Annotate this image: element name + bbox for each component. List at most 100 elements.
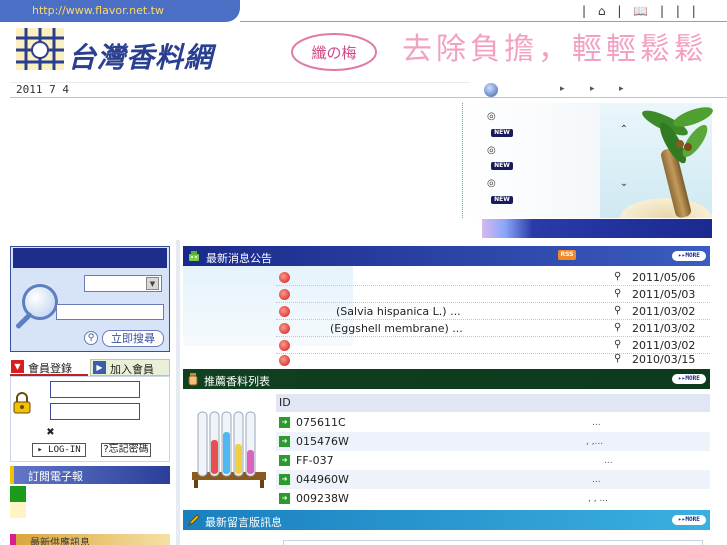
search-icon[interactable]: ⚲ — [84, 331, 98, 345]
arrow-right-icon: ➜ — [279, 474, 290, 485]
news-title[interactable]: (Eggshell membrane) ... — [330, 322, 463, 335]
strawberry-icon — [279, 289, 290, 300]
search-icon: ⚲ — [614, 353, 622, 364]
new-badge: NEW — [491, 162, 513, 170]
supply-news-accent — [10, 534, 16, 545]
coconut — [684, 143, 692, 151]
plum-badge-text: 纖の梅 — [311, 44, 356, 62]
news-more-button[interactable]: ▸▸MORE — [672, 251, 706, 261]
products-section-title: 推薦香料列表 — [204, 375, 270, 388]
banner-slogan: 去除負擔，輕輕鬆鬆 — [402, 32, 708, 67]
products-table-header — [276, 394, 710, 412]
top-divider — [240, 21, 727, 22]
pencil-icon — [187, 514, 200, 527]
news-date: 2011/03/02 — [632, 305, 696, 318]
rss-icon[interactable]: RSS — [558, 250, 576, 260]
test-tubes-image — [192, 411, 266, 488]
product-id[interactable]: 009238W — [296, 492, 349, 505]
strawberry-icon — [279, 323, 290, 334]
product-description[interactable]: , ,... — [586, 437, 603, 447]
username-input[interactable] — [50, 381, 140, 398]
product-id[interactable]: 015476W — [296, 435, 349, 448]
search-input[interactable] — [56, 304, 164, 320]
strawberry-icon — [279, 272, 290, 283]
arrow-right-icon: ➜ — [279, 436, 290, 447]
search-icon: ⚲ — [614, 322, 622, 333]
decorative-strip — [482, 219, 712, 238]
product-row[interactable] — [276, 451, 710, 470]
nav-arrow-icon[interactable]: ▸ — [619, 84, 624, 94]
epaper-form — [26, 486, 170, 518]
arrow-right-icon: ➜ — [279, 455, 290, 466]
chevron-down-icon[interactable]: ▼ — [146, 277, 159, 290]
strawberry-icon — [279, 340, 290, 351]
scroll-up-icon[interactable]: ⌃ — [618, 124, 630, 136]
tab-member-login-label[interactable]: 會員登錄 — [28, 360, 72, 376]
arrow-right-icon: ➜ — [279, 493, 290, 504]
supply-news-title: 最新供應訊息 — [30, 538, 90, 545]
product-description[interactable]: ... — [604, 456, 613, 466]
news-date: 2010/03/15 — [632, 353, 696, 366]
strawberry-icon — [279, 355, 290, 366]
product-description[interactable]: ... — [592, 475, 601, 485]
globe-icon[interactable] — [484, 83, 498, 97]
coconut — [676, 140, 684, 148]
plum-badge-icon: 纖の梅 — [291, 33, 377, 71]
login-button[interactable]: ▸ LOG-IN — [32, 443, 86, 457]
messages-more-button[interactable]: ▸▸MORE — [672, 515, 706, 525]
search-icon: ⚲ — [614, 271, 622, 282]
search-button[interactable]: 立即搜尋 — [102, 330, 164, 347]
nav-arrow-icon[interactable]: ▸ — [590, 84, 595, 94]
scroll-news-bullet: ◎ — [487, 111, 496, 122]
news-title[interactable]: (Salvia hispanica L.) ... — [336, 305, 461, 318]
news-date: 2011/05/06 — [632, 271, 696, 284]
top-link-separator: | — [659, 4, 665, 18]
search-icon: ⚲ — [614, 305, 622, 316]
products-more-button[interactable]: ▸▸MORE — [672, 374, 706, 384]
scroll-news-bullet: ◎ — [487, 178, 496, 189]
top-link-separator: | — [691, 4, 696, 18]
product-id[interactable]: 075611C — [296, 416, 346, 429]
new-badge: NEW — [491, 129, 513, 137]
product-description[interactable]: , , ... — [588, 494, 608, 504]
top-link-separator: | — [617, 4, 622, 18]
top-links: | ⌂ | 📖 | | | — [578, 4, 700, 18]
epaper-swatch — [10, 486, 26, 502]
logo-mark-icon[interactable] — [14, 26, 66, 72]
tab-join-member-label[interactable]: 加入會員 — [110, 361, 154, 377]
products-column-id: ID — [279, 396, 291, 409]
palm-sand — [620, 198, 712, 218]
site-name[interactable]: 台灣香料網 — [68, 36, 213, 76]
product-id[interactable]: 044960W — [296, 473, 349, 486]
message-board-box — [283, 540, 703, 545]
remember-checkbox[interactable]: ✖ — [45, 427, 56, 438]
new-badge: NEW — [491, 196, 513, 204]
product-description[interactable]: ... — [592, 418, 601, 428]
scroll-down-icon[interactable]: ⌄ — [618, 178, 630, 190]
lock-icon — [13, 392, 31, 414]
strawberry-icon — [279, 306, 290, 317]
epaper-accent — [10, 466, 14, 484]
forgot-password-button[interactable]: ?忘記密碼 — [101, 443, 151, 457]
search-panel-header — [13, 248, 167, 268]
column-divider — [176, 240, 180, 545]
news-section-title: 最新消息公告 — [206, 252, 272, 265]
site-url[interactable]: http://www.flavor.net.tw — [32, 4, 164, 17]
arrow-right-icon: ▶ — [93, 361, 106, 374]
robot-icon — [189, 251, 199, 261]
epaper-title: 訂閱電子報 — [28, 470, 83, 483]
news-date: 2011/05/03 — [632, 288, 696, 301]
product-id[interactable]: FF-037 — [296, 454, 334, 467]
bookmark-icon[interactable]: 📖 — [633, 4, 648, 18]
nav-arrow-icon[interactable]: ▸ — [560, 84, 565, 94]
chevron-down-icon: ▼ — [11, 360, 24, 373]
password-input[interactable] — [50, 403, 140, 420]
home-icon[interactable]: ⌂ — [598, 4, 606, 18]
arrow-right-icon: ➜ — [279, 417, 290, 428]
top-link-separator: | — [675, 4, 680, 18]
current-date: 2011 7 4 — [16, 83, 69, 96]
news-date: 2011/03/02 — [632, 339, 696, 352]
scroll-news-bullet: ◎ — [487, 145, 496, 156]
spice-jar-icon — [188, 373, 198, 386]
messages-section-title: 最新留言版訊息 — [205, 516, 282, 529]
